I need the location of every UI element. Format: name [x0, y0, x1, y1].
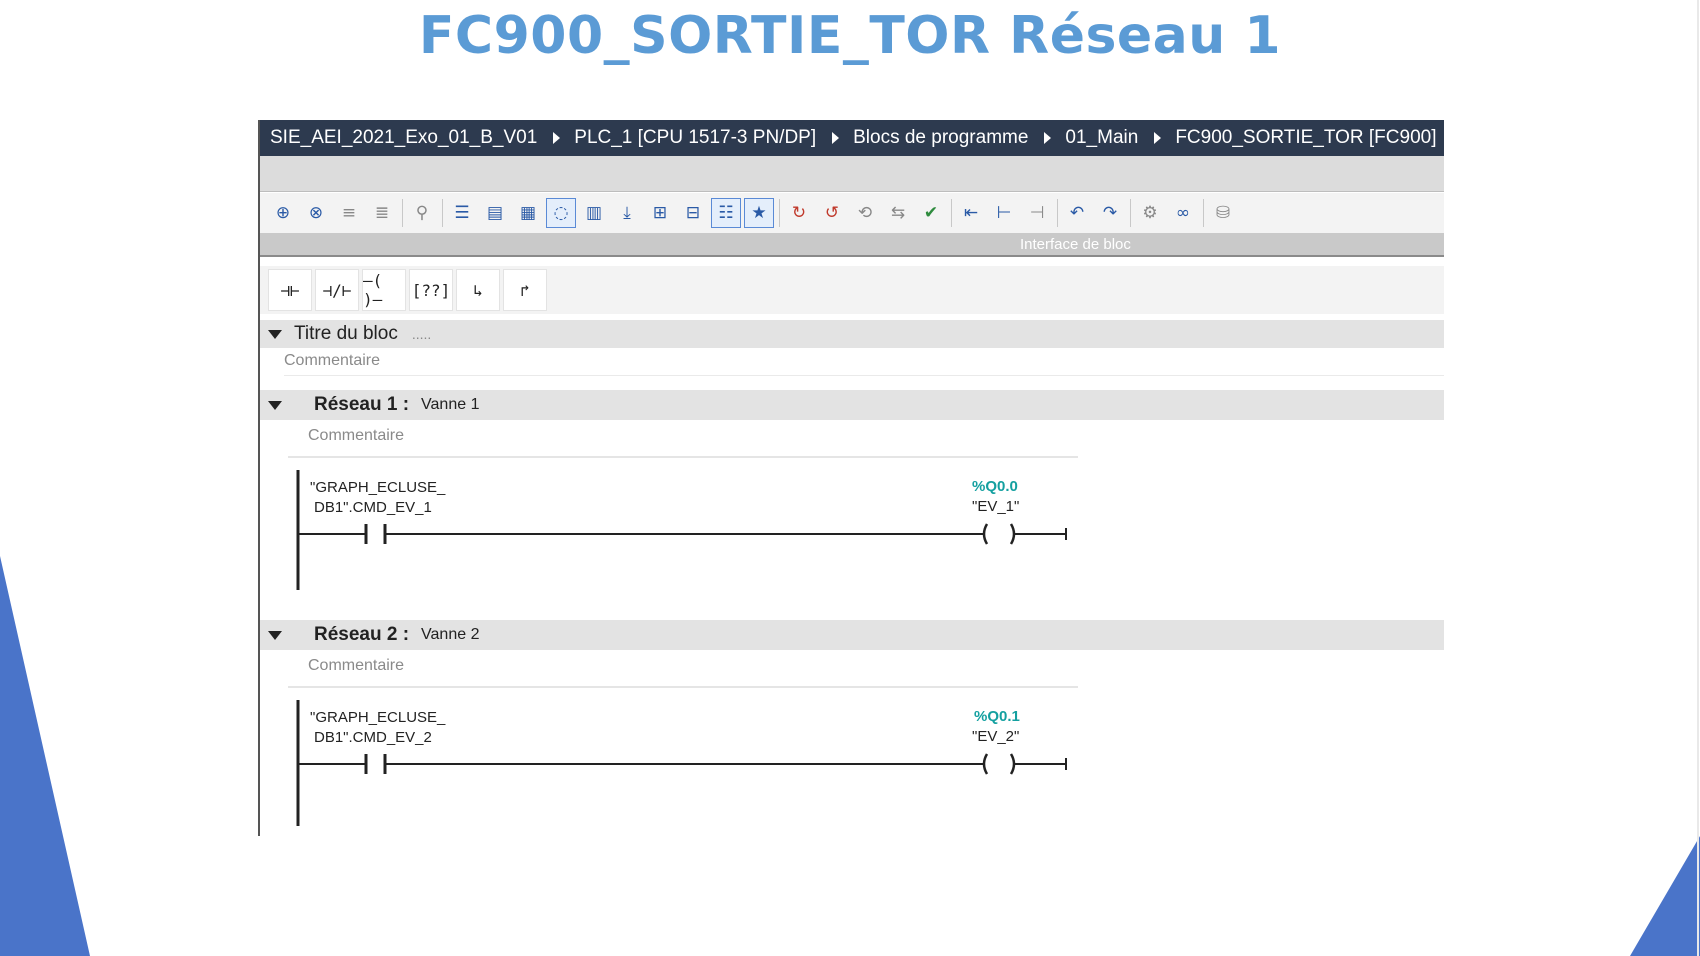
breadcrumb-block[interactable]: FC900_SORTIE_TOR [FC900]	[1173, 127, 1438, 149]
breadcrumb-separator-icon	[832, 132, 840, 144]
collapse-triangle-icon[interactable]	[268, 630, 282, 640]
tia-portal-editor: SIE_AEI_2021_Exo_01_B_V01 PLC_1 [CPU 151…	[258, 120, 1444, 836]
network-2: Réseau 2 : Vanne 2 Commentaire "GRAPH_EC…	[260, 620, 1444, 828]
network-comment-field[interactable]: Commentaire	[288, 650, 1078, 688]
breadcrumb-separator-icon	[553, 132, 561, 144]
decor-triangle-right	[1630, 836, 1700, 956]
toolbar-separator	[951, 199, 952, 227]
goto-next-icon[interactable]: ↷	[1095, 198, 1125, 228]
assignment-list-icon[interactable]: ⊢	[989, 198, 1019, 228]
breadcrumb-separator-icon	[1044, 132, 1052, 144]
go-to-error-icon[interactable]: ↻	[784, 198, 814, 228]
coil-operand[interactable]: "EV_2"	[972, 728, 1019, 745]
coil-left-arc	[982, 753, 989, 775]
favorites-icon[interactable]: ▦	[513, 198, 543, 228]
breadcrumb-plc[interactable]: PLC_1 [CPU 1517-3 PN/DP]	[572, 127, 818, 149]
empty-box-icon[interactable]: [??]	[409, 269, 453, 311]
network-title: Vanne 1	[421, 396, 480, 413]
collapse-triangle-icon[interactable]	[268, 400, 282, 410]
database-icon[interactable]: ⛁	[1208, 198, 1238, 228]
toggle-absolute-icon[interactable]: ☰	[447, 198, 477, 228]
network-header[interactable]: Réseau 2 : Vanne 2	[260, 620, 1444, 650]
collapse-triangle-icon[interactable]	[268, 329, 282, 339]
coil-address[interactable]: %Q0.0	[972, 478, 1018, 495]
coil-address[interactable]: %Q0.1	[974, 708, 1020, 725]
insert-row-icon[interactable]: ≡	[334, 198, 364, 228]
open-branch-icon[interactable]: ↳	[456, 269, 500, 311]
glasses-icon[interactable]: ∞	[1168, 198, 1198, 228]
editor-toolbar: ⊕ ⊗ ≡ ≣ ⚲ ☰ ▤ ▦ ◌ ▥ ⤓ ⊞ ⊟ ☷ ★ ↻ ↺ ⟲ ⇆ ✔ …	[260, 193, 1444, 233]
toolbar-separator	[402, 199, 403, 227]
coil-left-arc	[982, 523, 989, 545]
contact-operand-line1[interactable]: "GRAPH_ECLUSE_	[310, 478, 445, 498]
favorite-star-icon[interactable]: ★	[744, 198, 774, 228]
download-icon[interactable]: ⤓	[612, 198, 642, 228]
contact-operand-line2[interactable]: DB1".CMD_EV_1	[314, 498, 432, 518]
list-view-icon[interactable]: ☷	[711, 198, 741, 228]
toolbar-separator	[442, 199, 443, 227]
contact-operand-line2[interactable]: DB1".CMD_EV_2	[314, 728, 432, 748]
breadcrumb-project[interactable]: SIE_AEI_2021_Exo_01_B_V01	[268, 127, 539, 149]
toolbar-separator	[1130, 199, 1131, 227]
ladder-rung: "GRAPH_ECLUSE_ DB1".CMD_EV_1 %Q0.0 "EV_1…	[260, 458, 1444, 598]
reset-icon[interactable]: ⟲	[850, 198, 880, 228]
call-structure-icon[interactable]: ⇤	[956, 198, 986, 228]
network-comment-field[interactable]: Commentaire	[288, 420, 1078, 458]
toolbar-separator	[1203, 199, 1204, 227]
coil-icon[interactable]: –( )–	[362, 269, 406, 311]
network-overview-icon[interactable]: ▥	[579, 198, 609, 228]
block-title-row[interactable]: Titre du bloc .....	[260, 320, 1444, 348]
contact-nc-icon[interactable]: ⊣/⊢	[315, 269, 359, 311]
goto-previous-icon[interactable]: ↶	[1062, 198, 1092, 228]
insert-network-icon[interactable]: ⊕	[268, 198, 298, 228]
comments-icon[interactable]: ◌	[546, 198, 576, 228]
collapse-icon[interactable]: ⊟	[678, 198, 708, 228]
toolbar-separator	[1057, 199, 1058, 227]
coil-right-arc	[1009, 753, 1016, 775]
add-row-icon[interactable]: ≣	[367, 198, 397, 228]
monitor-icon[interactable]: ⚙	[1135, 198, 1165, 228]
ladder-rung: "GRAPH_ECLUSE_ DB1".CMD_EV_2 %Q0.1 "EV_2…	[260, 688, 1444, 828]
network-label: Réseau 2 :	[314, 624, 410, 645]
delete-breakpoint-icon[interactable]: ↺	[817, 198, 847, 228]
breadcrumb-program-blocks[interactable]: Blocs de programme	[851, 127, 1030, 149]
network-title: Vanne 2	[421, 626, 480, 643]
editor-header-bar	[260, 156, 1444, 192]
block-title-dots: .....	[411, 326, 432, 342]
ladder-instruction-toolbar: ⊣⊢ ⊣/⊢ –( )– [??] ↳ ↱	[260, 266, 1444, 314]
block-comment-field[interactable]: Commentaire	[284, 352, 1444, 376]
network-1: Réseau 1 : Vanne 1 Commentaire "GRAPH_EC…	[260, 390, 1444, 598]
cross-reference-icon[interactable]: ⊣	[1022, 198, 1052, 228]
expand-icon[interactable]: ⊞	[645, 198, 675, 228]
upload-icon[interactable]: ✔	[916, 198, 946, 228]
breadcrumb-separator-icon	[1154, 132, 1162, 144]
favorites-view-icon[interactable]: ▤	[480, 198, 510, 228]
close-branch-icon[interactable]: ↱	[503, 269, 547, 311]
network-header[interactable]: Réseau 1 : Vanne 1	[260, 390, 1444, 420]
block-interface-label: Interface de bloc	[1020, 236, 1131, 253]
contact-operand-line1[interactable]: "GRAPH_ECLUSE_	[310, 708, 445, 728]
decor-triangle-left	[0, 556, 90, 956]
slide-edge-line	[1697, 0, 1699, 956]
compare-icon[interactable]: ⇆	[883, 198, 913, 228]
slide-title: FC900_SORTIE_TOR Réseau 1	[418, 6, 1282, 66]
breadcrumb-folder[interactable]: 01_Main	[1063, 127, 1140, 149]
delete-network-icon[interactable]: ⊗	[301, 198, 331, 228]
breadcrumb: SIE_AEI_2021_Exo_01_B_V01 PLC_1 [CPU 151…	[260, 120, 1444, 156]
network-label: Réseau 1 :	[314, 394, 410, 415]
block-title: Titre du bloc	[294, 323, 398, 344]
toolbar-separator	[779, 199, 780, 227]
contact-no-icon[interactable]: ⊣⊢	[268, 269, 312, 311]
block-interface-bar[interactable]: Interface de bloc	[260, 233, 1444, 257]
browse-icon[interactable]: ⚲	[407, 198, 437, 228]
coil-operand[interactable]: "EV_1"	[972, 498, 1019, 515]
coil-right-arc	[1009, 523, 1016, 545]
